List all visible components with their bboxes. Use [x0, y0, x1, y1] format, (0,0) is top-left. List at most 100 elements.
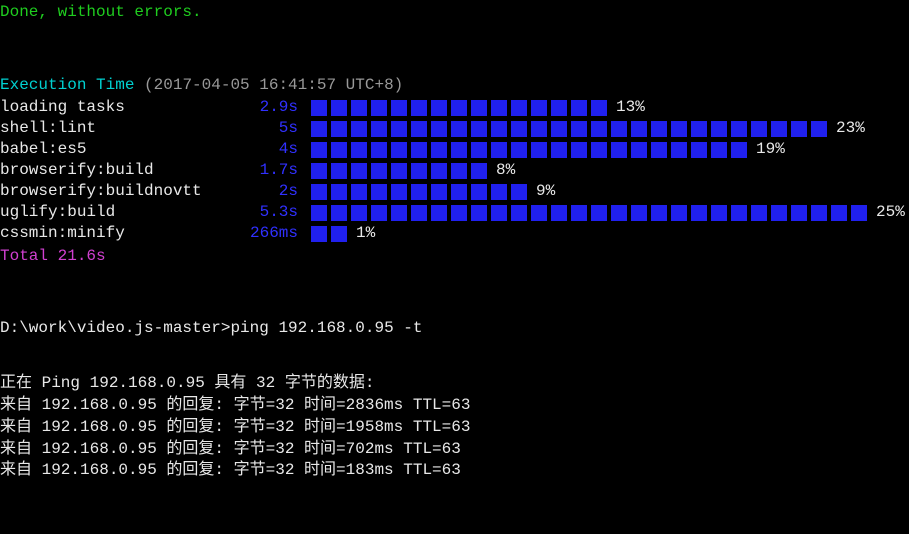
bar-block: [430, 99, 448, 117]
task-row: babel:es54s19%: [0, 140, 909, 160]
bar-block: [310, 99, 328, 117]
task-percent: 25%: [876, 202, 905, 223]
bar-block: [630, 120, 648, 138]
bar-block: [410, 183, 428, 201]
task-row: uglify:build5.3s 25%: [0, 203, 909, 223]
bar-block: [670, 141, 688, 159]
bar-block: [610, 120, 628, 138]
bar-block: [390, 162, 408, 180]
task-bar: 25%: [310, 202, 905, 223]
task-name: loading tasks: [0, 97, 230, 118]
task-row: shell:lint5s 23%: [0, 119, 909, 139]
task-name: browserify:build: [0, 160, 230, 181]
bar-block: [770, 120, 788, 138]
bar-block: [570, 204, 588, 222]
task-time: 266ms: [230, 223, 310, 244]
bar-block: [630, 204, 648, 222]
execution-header: Execution Time (2017-04-05 16:41:57 UTC+…: [0, 75, 909, 96]
ping-reply: 来自 192.168.0.95 的回复: 字节=32 时间=2836ms TTL…: [0, 395, 909, 416]
bar-block: [370, 162, 388, 180]
bar-block: [370, 141, 388, 159]
task-row: browserify:build1.7s8%: [0, 161, 909, 181]
bar-block: [670, 120, 688, 138]
bar-block: [750, 204, 768, 222]
bar-block: [390, 141, 408, 159]
bar-block: [810, 204, 828, 222]
bar-block: [450, 120, 468, 138]
bar-block: [610, 204, 628, 222]
bar-block: [310, 162, 328, 180]
bar-block: [650, 120, 668, 138]
bar-block: [510, 99, 528, 117]
bar-block: [750, 120, 768, 138]
bar-block: [790, 204, 808, 222]
task-name: uglify:build: [0, 202, 230, 223]
bar-block: [430, 162, 448, 180]
task-list: loading tasks2.9s13%shell:lint5s23%babel…: [0, 98, 909, 244]
bar-block: [470, 120, 488, 138]
bar-block: [610, 141, 628, 159]
bar-block: [350, 99, 368, 117]
bar-block: [570, 141, 588, 159]
task-bar: 9%: [310, 181, 555, 202]
bar-block: [690, 204, 708, 222]
command-prompt-line[interactable]: D:\work\video.js-master>ping 192.168.0.9…: [0, 318, 909, 339]
task-percent: 23%: [836, 118, 865, 139]
bar-block: [490, 141, 508, 159]
bar-block: [450, 99, 468, 117]
bar-block: [490, 120, 508, 138]
bar-block: [330, 225, 348, 243]
task-name: browserify:buildnovtt: [0, 181, 230, 202]
bar-block: [470, 183, 488, 201]
task-time: 4s: [230, 139, 310, 160]
bar-block: [410, 141, 428, 159]
bar-block: [450, 162, 468, 180]
bar-block: [430, 183, 448, 201]
bar-block: [810, 120, 828, 138]
task-name: cssmin:minify: [0, 223, 230, 244]
bar-block: [730, 204, 748, 222]
bar-block: [510, 141, 528, 159]
execution-total: Total 21.6s: [0, 246, 909, 267]
task-percent: 13%: [616, 97, 645, 118]
bar-block: [690, 120, 708, 138]
bar-block: [470, 141, 488, 159]
bar-block: [430, 141, 448, 159]
bar-block: [710, 141, 728, 159]
task-time: 1.7s: [230, 160, 310, 181]
bar-block: [350, 141, 368, 159]
bar-block: [590, 99, 608, 117]
bar-block: [510, 204, 528, 222]
bar-block: [330, 183, 348, 201]
bar-block: [350, 162, 368, 180]
bar-block: [670, 204, 688, 222]
bar-block: [350, 183, 368, 201]
bar-block: [490, 99, 508, 117]
task-name: babel:es5: [0, 139, 230, 160]
ping-replies: 来自 192.168.0.95 的回复: 字节=32 时间=2836ms TTL…: [0, 395, 909, 481]
task-time: 5s: [230, 118, 310, 139]
bar-block: [330, 141, 348, 159]
bar-block: [410, 120, 428, 138]
bar-block: [550, 120, 568, 138]
execution-timestamp: (2017-04-05 16:41:57 UTC+8): [144, 76, 403, 94]
bar-block: [330, 99, 348, 117]
ping-reply: 来自 192.168.0.95 的回复: 字节=32 时间=1958ms TTL…: [0, 417, 909, 438]
bar-block: [590, 120, 608, 138]
execution-label: Execution Time: [0, 76, 134, 94]
task-time: 5.3s: [230, 202, 310, 223]
task-row: browserify:buildnovtt2s9%: [0, 182, 909, 202]
bar-block: [450, 204, 468, 222]
bar-block: [490, 204, 508, 222]
bar-block: [590, 141, 608, 159]
bar-block: [490, 183, 508, 201]
task-name: shell:lint: [0, 118, 230, 139]
bar-block: [850, 204, 868, 222]
bar-block: [350, 120, 368, 138]
bar-block: [390, 99, 408, 117]
bar-block: [570, 99, 588, 117]
bar-block: [310, 141, 328, 159]
bar-block: [370, 183, 388, 201]
bar-block: [470, 162, 488, 180]
bar-block: [830, 204, 848, 222]
